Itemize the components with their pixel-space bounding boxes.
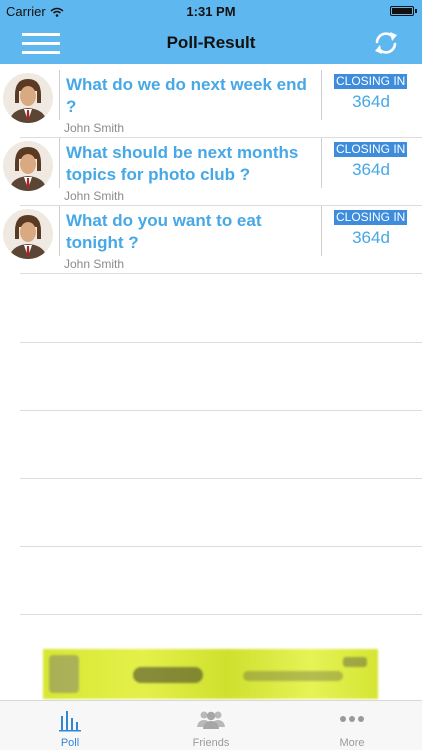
person-avatar-icon xyxy=(3,141,53,191)
row-divider xyxy=(59,138,60,188)
poll-list: What do we do next week end ? John Smith… xyxy=(0,70,422,274)
closing-countdown: 364d xyxy=(352,92,390,111)
row-divider xyxy=(59,70,60,120)
row-divider xyxy=(321,206,322,256)
ad-banner[interactable] xyxy=(43,649,378,699)
poll-author: John Smith xyxy=(64,257,125,271)
page-title: Poll-Result xyxy=(166,33,256,52)
friends-icon xyxy=(197,711,225,729)
tab-friends[interactable]: Friends xyxy=(141,701,281,750)
closing-badge: CLOSING IN xyxy=(334,74,408,89)
tab-label: More xyxy=(339,737,365,749)
empty-row-divider xyxy=(20,478,422,479)
navigation-bar: Poll-Result xyxy=(0,22,422,64)
tab-poll[interactable]: Poll xyxy=(0,701,140,750)
person-avatar-icon xyxy=(3,73,53,123)
status-bar: Carrier 1:31 PM xyxy=(0,0,422,22)
poll-row[interactable]: What should be next months topics for ph… xyxy=(0,138,422,206)
closing-countdown: 364d xyxy=(352,228,390,247)
empty-row-divider xyxy=(20,546,422,547)
empty-row-divider xyxy=(20,614,422,615)
closing-badge: CLOSING IN xyxy=(334,142,408,157)
bar-chart-icon xyxy=(59,711,81,732)
avatar xyxy=(3,141,53,191)
poll-author: John Smith xyxy=(64,121,125,135)
tab-label: Poll xyxy=(60,737,80,749)
poll-result-screen: Carrier 1:31 PM Poll-Result What do we d… xyxy=(0,0,422,750)
tab-bar: Poll Friends More xyxy=(0,700,422,750)
closing-badge: CLOSING IN xyxy=(334,210,408,225)
avatar xyxy=(3,73,53,123)
closing-countdown: 364d xyxy=(352,160,390,179)
more-dots-icon xyxy=(340,716,364,722)
poll-author: John Smith xyxy=(64,189,125,203)
tab-label: Friends xyxy=(192,737,230,749)
person-avatar-icon xyxy=(3,209,53,259)
status-time: 1:31 PM xyxy=(186,4,236,19)
refresh-icon[interactable] xyxy=(372,29,400,57)
battery-icon xyxy=(390,6,417,16)
row-divider xyxy=(321,70,322,120)
row-divider xyxy=(59,206,60,256)
poll-question: What do you want to eat tonight ? xyxy=(66,211,262,252)
empty-row-divider xyxy=(20,342,422,343)
avatar xyxy=(3,209,53,259)
poll-question: What should be next months topics for ph… xyxy=(66,143,299,184)
poll-row[interactable]: What do you want to eat tonight ? John S… xyxy=(0,206,422,274)
tab-more[interactable]: More xyxy=(282,701,422,750)
empty-row-divider xyxy=(20,410,422,411)
poll-row[interactable]: What do we do next week end ? John Smith… xyxy=(0,70,422,138)
poll-question: What do we do next week end ? xyxy=(66,75,307,116)
top-bar: Carrier 1:31 PM Poll-Result xyxy=(0,0,422,64)
row-divider xyxy=(321,138,322,188)
